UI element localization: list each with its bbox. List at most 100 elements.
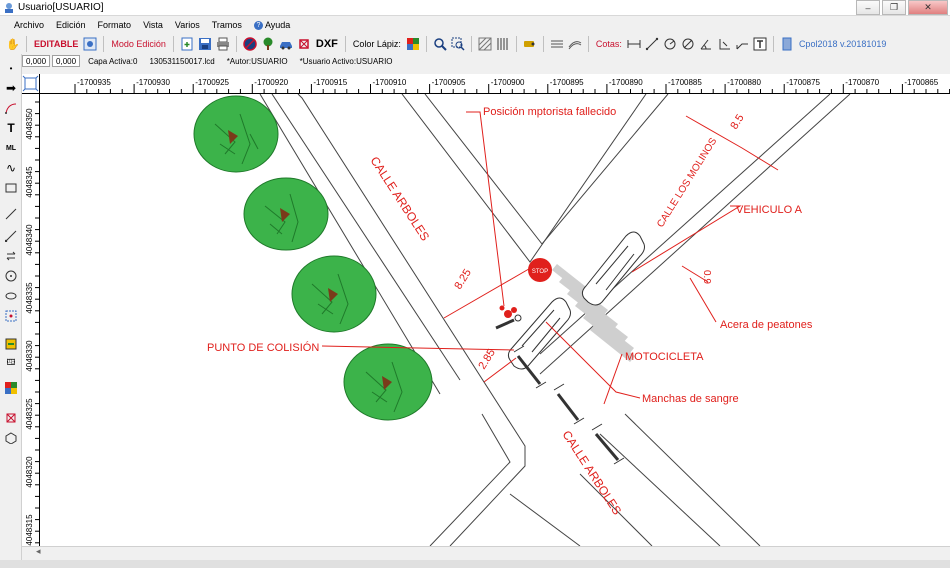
menu-tramos[interactable]: Tramos <box>206 20 248 30</box>
lines-icon[interactable] <box>549 36 565 52</box>
select-icon[interactable] <box>3 308 19 324</box>
dimension-4: 2.85 <box>476 347 498 372</box>
stop-sign: STOP <box>528 258 552 282</box>
ruler-y-label: 4048350 <box>25 108 34 140</box>
dim-diameter-icon[interactable] <box>680 36 696 52</box>
label-collision: PUNTO DE COLISIÓN <box>207 341 319 354</box>
minimize-button[interactable]: – <box>856 0 880 15</box>
dim-aligned-icon[interactable] <box>644 36 660 52</box>
edit-mode-button[interactable]: Modo Edición <box>108 39 169 49</box>
author: *Autor:USUARIO <box>226 56 288 66</box>
coord-x-field: 0,000 <box>22 55 51 67</box>
multiline-text-icon[interactable]: ML <box>3 140 19 156</box>
ellipse-icon[interactable] <box>3 288 19 304</box>
scroll-left-icon[interactable]: ◂ <box>36 546 41 557</box>
dot-icon[interactable]: • <box>3 60 19 76</box>
curves-icon[interactable] <box>567 36 583 52</box>
label-motorcycle: MOTOCICLETA <box>625 351 704 363</box>
dim-leader-icon[interactable] <box>734 36 750 52</box>
separator <box>172 36 174 52</box>
dim-ordinate-icon[interactable] <box>716 36 732 52</box>
hexagon-icon[interactable] <box>3 430 19 446</box>
editable-button[interactable]: EDITABLE <box>31 39 81 49</box>
separator <box>344 36 346 52</box>
zoom-icon[interactable] <box>432 36 448 52</box>
circle-icon[interactable] <box>3 268 19 284</box>
save-icon[interactable] <box>197 36 213 52</box>
ruler-x-label: -1700900 <box>491 78 525 87</box>
crosswalk-icon[interactable] <box>495 36 511 52</box>
status-bar: 0,000 0,000 Capa Activa:0 130531150017.l… <box>22 54 950 68</box>
mark-icon[interactable] <box>3 410 19 426</box>
tree-icon[interactable] <box>260 36 276 52</box>
street-label-1: CALLE ARBOLES <box>367 154 432 243</box>
title-bar: Usuario[USUARIO] – ❐ ✕ <box>0 0 950 16</box>
polyline-icon[interactable] <box>3 100 19 116</box>
menu-varios[interactable]: Varios <box>169 20 206 30</box>
menu-bar: Archivo Edición Formato Vista Varios Tra… <box>0 16 950 34</box>
ruler-x-label: -1700870 <box>845 78 879 87</box>
ruler-corner[interactable] <box>22 74 40 94</box>
menu-formato[interactable]: Formato <box>92 20 138 30</box>
ruler-y-label: 4048325 <box>25 398 34 430</box>
hand-icon[interactable]: ✋ <box>5 36 21 52</box>
zoom-window-icon[interactable] <box>450 36 466 52</box>
separator <box>542 36 544 52</box>
dim-horizontal-icon[interactable] <box>626 36 642 52</box>
horizontal-scrollbar[interactable]: ◂ <box>22 546 950 558</box>
separator <box>772 36 774 52</box>
text-icon[interactable]: T <box>3 120 19 136</box>
ruler-x-label: -1700885 <box>668 78 702 87</box>
ruler-x-label: -1700930 <box>136 78 170 87</box>
document-icon[interactable] <box>779 36 795 52</box>
label-blood: Manchas de sangre <box>642 393 739 405</box>
separator <box>26 36 27 52</box>
arrow-icon[interactable]: ➡ <box>3 80 19 96</box>
ruler-y-label: 4048330 <box>25 340 34 372</box>
tag-icon[interactable] <box>522 36 538 52</box>
separator <box>425 36 427 52</box>
dimension-1: 8.5 <box>728 112 746 131</box>
print-icon[interactable] <box>215 36 231 52</box>
image-icon[interactable] <box>3 380 19 396</box>
version-label: Cpol2018 v.20181019 <box>798 39 887 49</box>
pen-color-label: Color Lápiz: <box>352 39 401 49</box>
line-icon[interactable] <box>3 206 19 222</box>
signal-icon[interactable] <box>296 36 312 52</box>
tree-2 <box>243 177 329 251</box>
dimension-2: 0.9 <box>701 270 712 284</box>
dim-angle-icon[interactable] <box>698 36 714 52</box>
separator <box>515 36 517 52</box>
text-tool-icon[interactable] <box>752 36 768 52</box>
ruler-y-label: 4048335 <box>25 282 34 314</box>
label-sidewalk: Acera de peatones <box>720 319 813 331</box>
motorcycle-3 <box>591 423 625 465</box>
properties-icon[interactable] <box>82 36 98 52</box>
spline-icon[interactable]: ∿ <box>3 160 19 176</box>
layers-icon[interactable] <box>3 336 19 352</box>
maximize-button[interactable]: ❐ <box>882 0 906 15</box>
coord-y-field: 0,000 <box>52 55 81 67</box>
ruler-y-label: 4048315 <box>25 514 34 546</box>
move-icon[interactable] <box>3 248 19 264</box>
drawing-canvas[interactable]: STOP Posición mptorista fallecido VEHICU… <box>40 94 950 546</box>
dimension-3: 8.25 <box>452 267 474 292</box>
dxf-button[interactable]: DXF <box>313 38 341 50</box>
menu-archivo[interactable]: Archivo <box>8 20 50 30</box>
segment-icon[interactable] <box>3 228 19 244</box>
menu-edicion[interactable]: Edición <box>50 20 92 30</box>
ruler-x-label: -1700935 <box>77 78 111 87</box>
symbol-icon[interactable]: 🖽 <box>3 356 19 372</box>
close-button[interactable]: ✕ <box>908 0 948 15</box>
hatch-icon[interactable] <box>477 36 493 52</box>
color-palette-icon[interactable] <box>405 36 421 52</box>
separator <box>470 36 472 52</box>
no-entry-icon[interactable] <box>242 36 258 52</box>
menu-vista[interactable]: Vista <box>137 20 169 30</box>
file-name: 130531150017.lcd <box>149 56 215 66</box>
car-icon[interactable] <box>278 36 294 52</box>
dim-radius-icon[interactable] <box>662 36 678 52</box>
new-file-icon[interactable] <box>179 36 195 52</box>
rectangle-icon[interactable] <box>3 180 19 196</box>
menu-ayuda[interactable]: ? Ayuda <box>248 20 296 31</box>
